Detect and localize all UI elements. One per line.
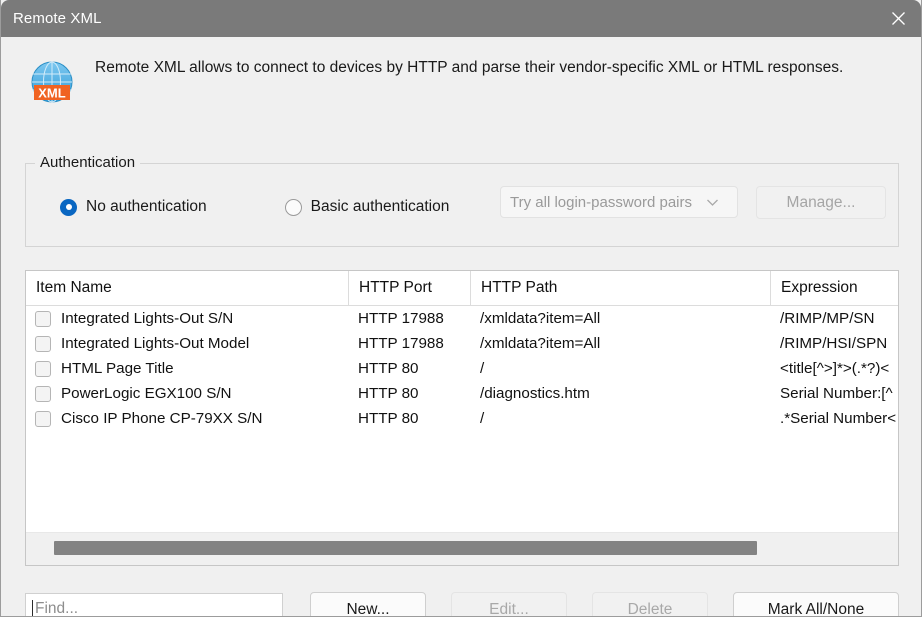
cell-expression: <title[^>]*>(.*?)< [780,360,890,377]
authentication-legend: Authentication [35,154,141,171]
cell-http-port: HTTP 17988 [358,310,444,327]
column-header-label: HTTP Port [359,279,432,296]
xml-globe-icon: XML [27,57,77,107]
table-body: Integrated Lights-Out S/N HTTP 17988 /xm… [26,306,898,534]
cell-text: Cisco IP Phone CP-79XX S/N [61,410,263,427]
cell-text: PowerLogic EGX100 S/N [61,385,232,402]
column-header-expression[interactable]: Expression [770,271,898,305]
credentials-dropdown[interactable]: Try all login-password pairs [500,186,738,218]
close-icon[interactable] [875,0,921,37]
radio-label: Basic authentication [310,198,450,215]
edit-button[interactable]: Edit... [451,592,567,616]
column-header-http-port[interactable]: HTTP Port [348,271,470,305]
cell-item-name: Integrated Lights-Out Model [26,331,348,356]
row-checkbox[interactable] [35,360,51,377]
cell-http-port: HTTP 80 [358,385,419,402]
new-button[interactable]: New... [310,592,426,616]
column-header-item-name[interactable]: Item Name [26,271,348,305]
cell-http-path: / [480,360,485,377]
scrollbar-thumb[interactable] [54,541,757,555]
table-row[interactable]: HTML Page Title HTTP 80 / <title[^>]*>(.… [26,356,898,381]
cell-http-port: HTTP 80 [358,360,419,377]
cell-http-port: HTTP 80 [358,410,419,427]
svg-text:XML: XML [38,85,66,100]
radio-label: No authentication [86,198,207,215]
cell-text: Integrated Lights-Out S/N [61,310,234,327]
manage-button[interactable]: Manage... [756,186,886,219]
cell-expression: /RIMP/HSI/SPN [780,335,888,352]
cell-http-path: /xmldata?item=All [480,335,601,352]
cell-item-name: PowerLogic EGX100 S/N [26,381,348,406]
radio-indicator [60,198,77,216]
chevron-down-icon [706,198,719,207]
table-row[interactable]: Integrated Lights-Out S/N HTTP 17988 /xm… [26,306,898,331]
description-row: XML Remote XML allows to connect to devi… [1,37,921,107]
column-header-label: HTTP Path [481,279,558,296]
radio-basic-authentication[interactable]: Basic authentication [284,198,450,216]
window-title: Remote XML [13,10,102,27]
table-row[interactable]: Cisco IP Phone CP-79XX S/N HTTP 80 / .*S… [26,406,898,431]
items-table: Item Name HTTP Port HTTP Path Expression… [25,270,899,566]
cell-item-name: HTML Page Title [26,356,348,381]
credentials-dropdown-value: Try all login-password pairs [510,193,693,211]
cell-http-path: / [480,410,485,427]
title-bar: Remote XML [1,0,921,37]
remote-xml-dialog: Remote XML XML Remote XML allows to conn… [0,0,922,617]
dialog-content: XML Remote XML allows to connect to devi… [1,37,921,617]
authentication-group: Authentication No authentication Basic a… [25,154,899,247]
find-input-placeholder: Find... [35,599,79,617]
delete-button[interactable]: Delete [592,592,708,616]
row-checkbox[interactable] [35,310,51,327]
cell-http-path: /xmldata?item=All [480,310,601,327]
cell-expression: /RIMP/MP/SN [780,310,875,327]
table-row[interactable]: PowerLogic EGX100 S/N HTTP 80 /diagnosti… [26,381,898,406]
description-text: Remote XML allows to connect to devices … [95,59,844,76]
cell-http-port: HTTP 17988 [358,335,444,352]
radio-indicator [284,198,302,216]
find-input[interactable]: Find... [25,593,283,617]
cell-expression: Serial Number:[^ [780,385,893,402]
row-checkbox[interactable] [35,335,51,352]
cell-text: Integrated Lights-Out Model [61,335,250,352]
mark-all-none-button[interactable]: Mark All/None [733,592,899,616]
cell-text: HTML Page Title [61,360,174,377]
cell-item-name: Cisco IP Phone CP-79XX S/N [26,406,348,431]
radio-no-authentication[interactable]: No authentication [60,198,207,216]
cell-item-name: Integrated Lights-Out S/N [26,306,348,331]
row-checkbox[interactable] [35,410,51,427]
horizontal-scrollbar[interactable] [26,532,898,565]
text-caret [32,600,33,616]
row-checkbox[interactable] [35,385,51,402]
column-header-http-path[interactable]: HTTP Path [470,271,770,305]
column-header-label: Expression [781,279,858,296]
cell-http-path: /diagnostics.htm [480,385,590,402]
cell-expression: .*Serial Number< [780,410,897,427]
table-header: Item Name HTTP Port HTTP Path Expression [26,271,898,306]
table-row[interactable]: Integrated Lights-Out Model HTTP 17988 /… [26,331,898,356]
column-header-label: Item Name [36,279,112,296]
